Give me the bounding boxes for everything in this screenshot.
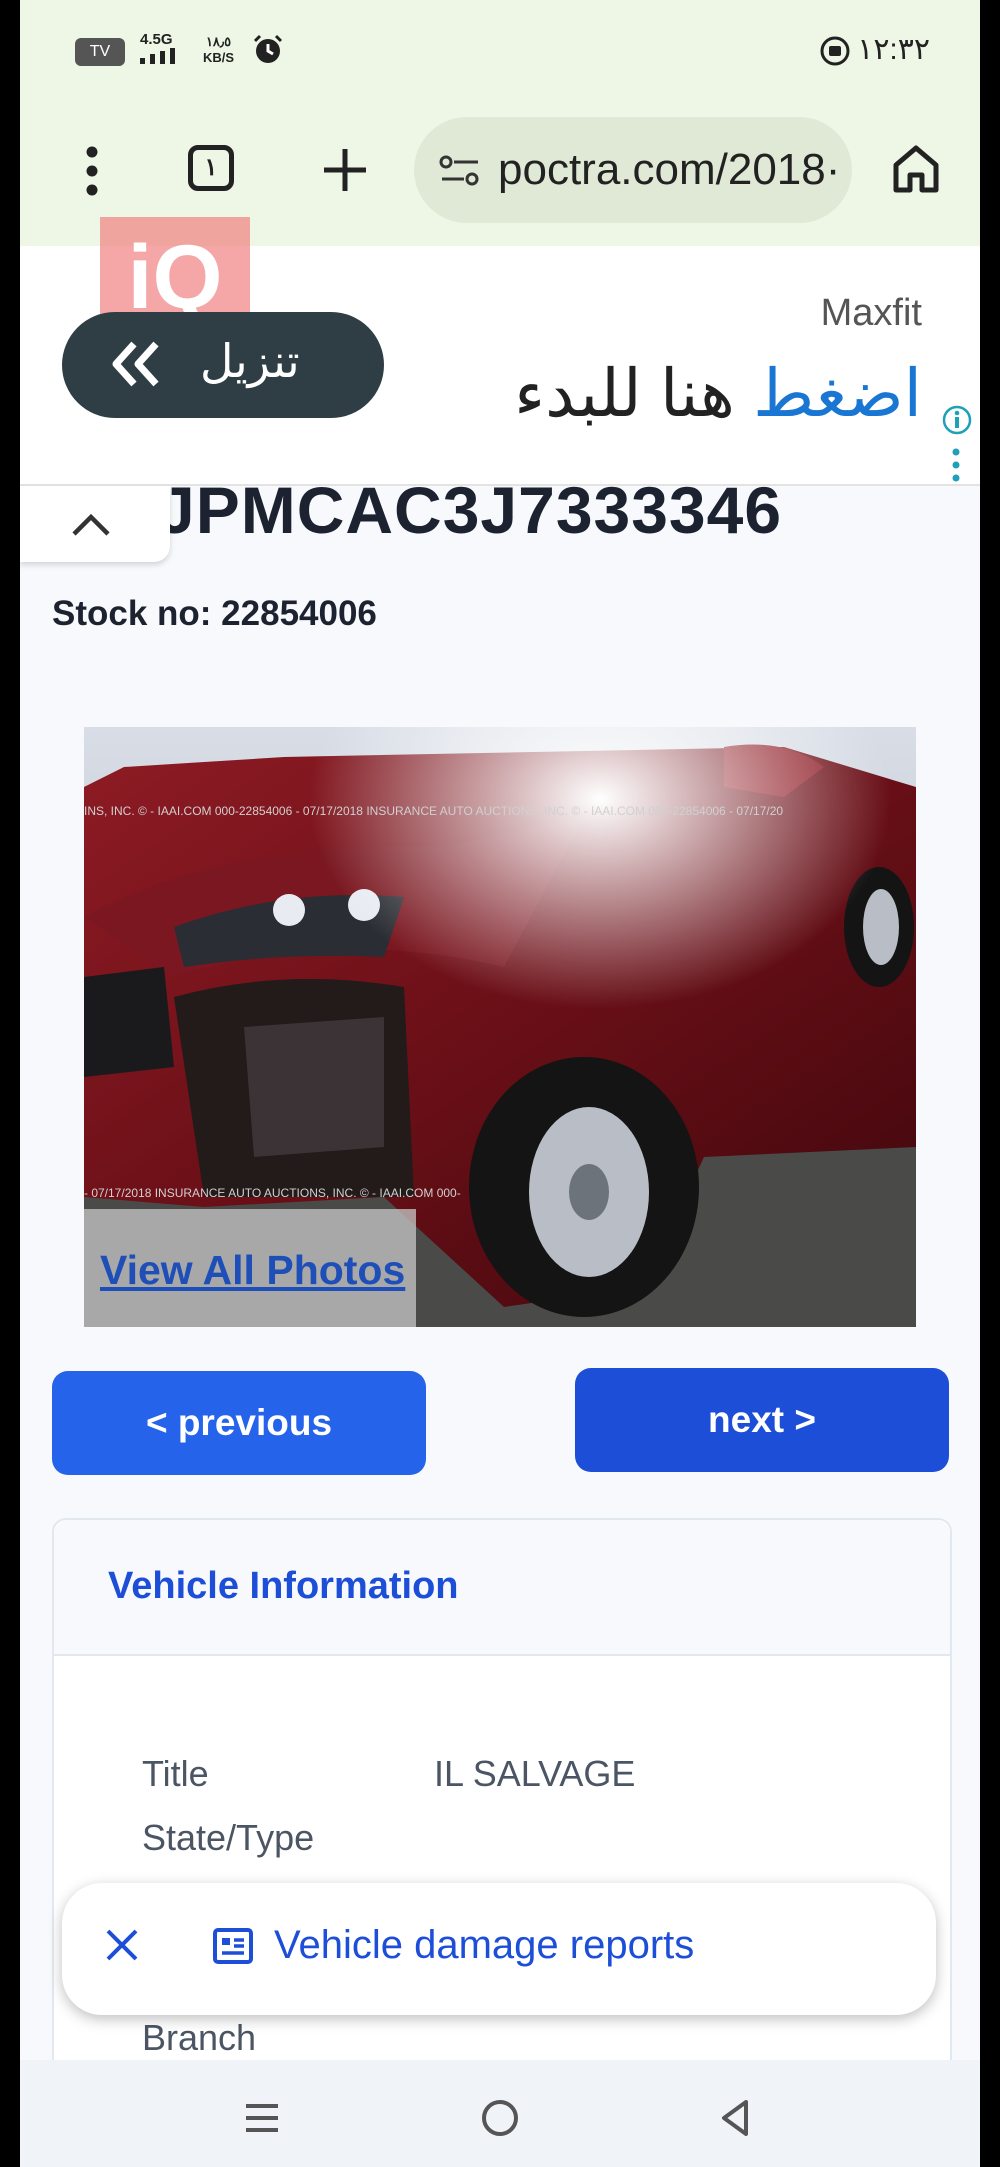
row-label-title: Title [142,1753,209,1794]
ad-headline-rest: هنا للبدء [514,356,754,430]
vin-heading: JPMCAC3J7333346 [158,473,783,547]
home-icon[interactable] [890,143,942,195]
speed-value: ١٨٫٥ [205,34,232,49]
speed-indicator: ١٨٫٥ KB/S [203,34,234,66]
tv-badge: TV [75,38,125,66]
screen-record-icon [820,36,850,66]
speed-unit: KB/S [203,50,235,65]
url-text[interactable]: poctra.com/2018· [498,145,838,195]
double-chevron-left-icon [112,341,159,387]
stock-number: Stock no: 22854006 [52,594,377,633]
damage-reports-label[interactable]: Vehicle damage reports [274,1923,694,1968]
phone-screen: TV 4.5G ١٨٫٥ KB/S ١٢:٣٢ ١ poctra.com/201… [20,0,980,2167]
ad-headline[interactable]: اضغط هنا للبدء [514,355,922,432]
browser-chrome: TV 4.5G ١٨٫٥ KB/S ١٢:٣٢ ١ poctra.com/201… [20,0,980,246]
ad-info-icon[interactable] [942,405,972,435]
damage-reports-snackbar[interactable]: Vehicle damage reports [62,1883,936,2015]
site-settings-icon[interactable] [438,153,482,189]
view-all-photos-link[interactable]: View All Photos [100,1247,405,1294]
download-label: تنزيل [200,335,300,387]
view-photos-overlay: View All Photos [84,1209,416,1327]
row-value-title: IL SALVAGE [434,1753,636,1794]
network-type: 4.5G [140,31,173,48]
tab-switcher-button[interactable]: ١ [188,145,234,191]
signal-icon [140,48,175,64]
system-nav-bar [20,2060,980,2167]
more-options-icon[interactable] [82,145,102,197]
status-bar: TV 4.5G ١٨٫٥ KB/S ١٢:٣٢ [20,0,980,105]
address-bar[interactable]: poctra.com/2018· [414,117,852,223]
row-label-state-type: State/Type [142,1817,315,1858]
ad-more-icon[interactable] [951,447,961,483]
chevron-up-icon [72,513,110,536]
next-button[interactable]: next > [575,1368,949,1472]
ad-brand: Maxfit [820,292,922,334]
clock: ١٢:٣٢ [857,33,930,66]
close-icon[interactable] [104,1927,140,1963]
recent-apps-icon[interactable] [240,2096,284,2140]
card-header[interactable]: Vehicle Information [54,1520,950,1656]
back-icon[interactable] [714,2096,758,2140]
new-tab-icon[interactable] [320,145,370,195]
previous-button[interactable]: < previous [52,1371,426,1475]
vehicle-photo[interactable]: INS, INC. © - IAAI.COM 000-22854006 - 07… [84,727,916,1327]
photo-watermark-bottom: - 07/17/2018 INSURANCE AUTO AUCTIONS, IN… [84,1186,461,1200]
card-title: Vehicle Information [108,1565,459,1607]
collapse-ad-button[interactable] [20,486,170,562]
ad-headline-highlight: اضغط [753,356,922,430]
photo-watermark-top: INS, INC. © - IAAI.COM 000-22854006 - 07… [84,804,783,818]
download-button[interactable]: تنزيل [62,312,384,418]
report-icon [213,1928,253,1964]
network-indicator: 4.5G [140,32,184,68]
alarm-icon [253,34,283,63]
home-nav-icon[interactable] [478,2096,522,2140]
